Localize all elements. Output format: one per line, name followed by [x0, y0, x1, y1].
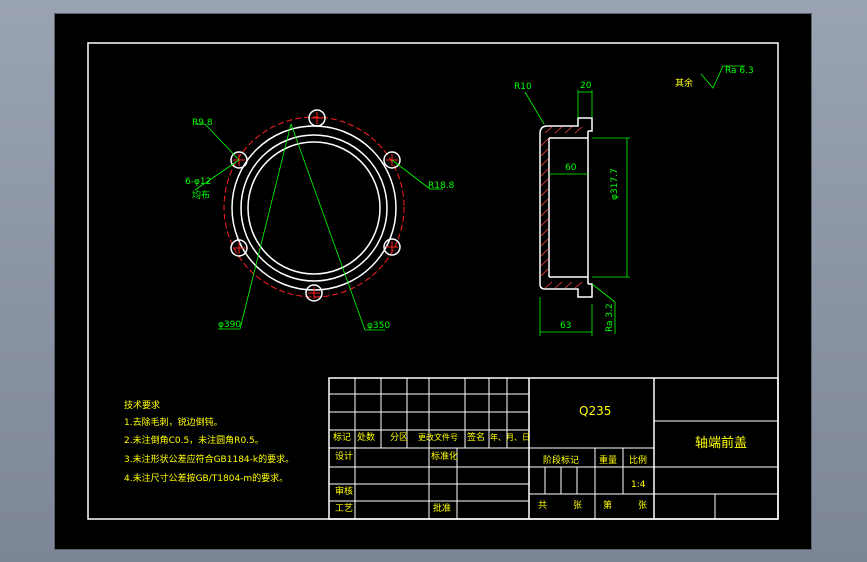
- scale-value: 1:4: [631, 480, 646, 490]
- dim-dia-outer: φ390: [218, 320, 242, 330]
- label-approve: 批准: [433, 504, 452, 514]
- rev-hdr-zone: 分区: [390, 433, 409, 443]
- dim-dia-inner: φ350: [367, 321, 391, 331]
- tech-note-1: 1.去除毛刺，锐边倒钝。: [124, 418, 223, 428]
- dim-holes: 6-φ12: [185, 177, 212, 187]
- section-view: [524, 65, 745, 336]
- rev-hdr-count: 处数: [357, 433, 376, 443]
- dim-r10: R10: [514, 82, 532, 92]
- tech-note-3: 3.未注形状公差应符合GB1184-k的要求。: [124, 455, 295, 465]
- rev-hdr-mark: 标记: [333, 433, 352, 443]
- rev-hdr-date: 年、月、日: [490, 433, 530, 442]
- cad-drawing: [87, 42, 779, 520]
- rev-hdr-sign: 签名: [467, 433, 486, 443]
- dim-63: 63: [560, 321, 572, 331]
- tech-note-2: 2.未注倒角C0.5，未注圆角R0.5。: [124, 436, 264, 446]
- front-view: [194, 109, 443, 331]
- label-design: 设计: [335, 452, 354, 462]
- label-sheets: 张: [573, 501, 583, 511]
- label-weight: 重量: [599, 456, 618, 466]
- label-standardize: 标准化: [431, 452, 459, 462]
- tech-note-4: 4.未注尺寸公差按GB/T1804-m的要求。: [124, 474, 289, 484]
- label-scale: 比例: [629, 456, 648, 466]
- dim-r-top: R9.8: [192, 118, 213, 128]
- part-name: 轴端前盖: [695, 436, 748, 451]
- label-page: 第: [603, 501, 613, 511]
- label-review: 审核: [335, 487, 354, 497]
- dim-20: 20: [580, 81, 592, 91]
- dim-ra32: Ra 3.2: [605, 303, 615, 332]
- label-process: 工艺: [335, 504, 354, 514]
- label-stage: 阶段标记: [543, 456, 580, 466]
- roughness-value: Ra 6.3: [725, 66, 754, 76]
- dim-d317: φ317.7: [610, 168, 620, 200]
- label-total: 共: [538, 501, 548, 511]
- tech-notes-title: 技术要求: [124, 401, 161, 411]
- roughness-label: 其余: [675, 79, 694, 89]
- material-value: Q235: [579, 404, 612, 418]
- dim-r-right: R18.8: [428, 181, 455, 191]
- drawing-sheet: R9.8 6-φ12 均布 R18.8 φ390 φ350 R10 20 60 …: [55, 14, 811, 549]
- dim-60: 60: [565, 163, 577, 173]
- label-sheets2: 张: [638, 501, 648, 511]
- dim-holes-sub: 均布: [192, 191, 211, 201]
- rev-hdr-docno: 更改文件号: [418, 433, 458, 442]
